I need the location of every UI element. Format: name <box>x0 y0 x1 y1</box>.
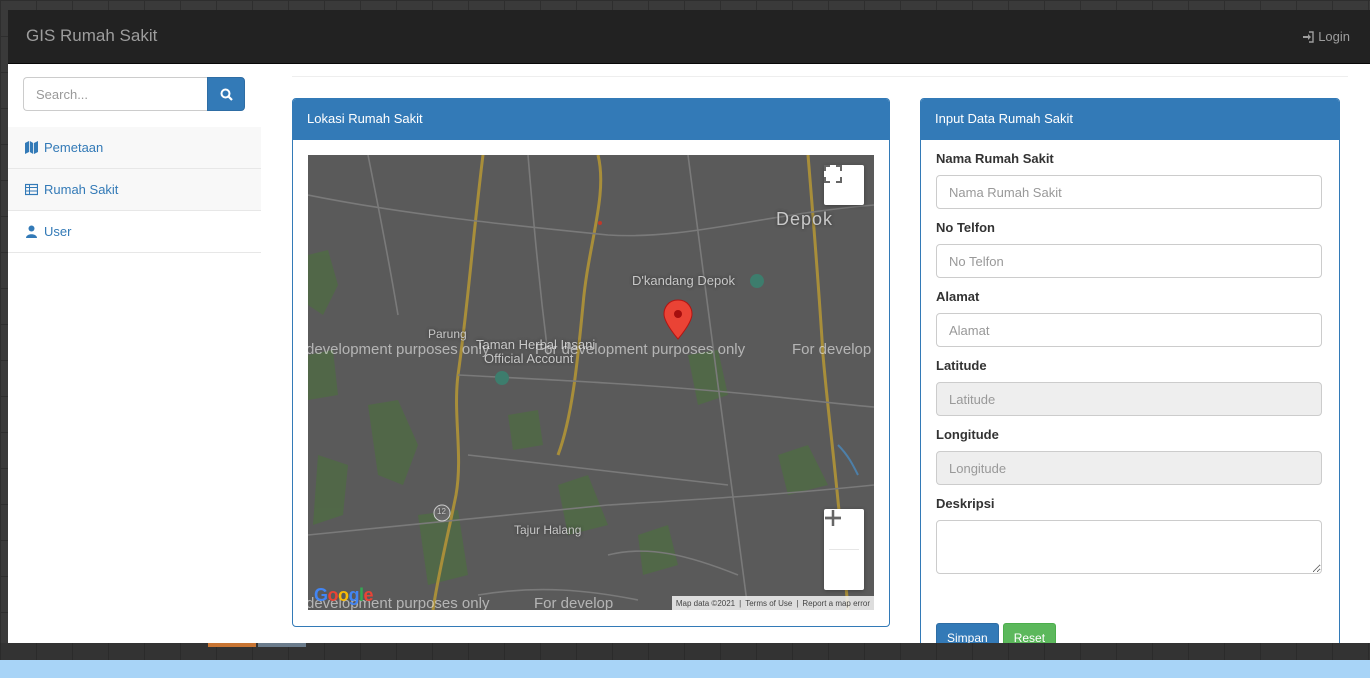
field-label: Latitude <box>936 358 987 373</box>
field-nama: Nama Rumah Sakit <box>936 151 1324 209</box>
simpan-button[interactable]: Simpan <box>936 623 999 643</box>
desktop-taskbar <box>0 643 1370 660</box>
login-link[interactable]: Login <box>1302 29 1350 44</box>
dev-notice-left: development purposes only <box>308 341 490 358</box>
route-badge-label: 12 <box>437 507 446 516</box>
zoom-out-button[interactable] <box>824 516 864 590</box>
login-label: Login <box>1318 29 1350 44</box>
search-button[interactable] <box>207 77 245 111</box>
map-data-text: Map data ©2021 <box>675 598 736 608</box>
longitude-input[interactable] <box>936 451 1322 485</box>
reset-button[interactable]: Reset <box>1002 623 1057 643</box>
sign-in-icon <box>1303 30 1314 43</box>
map-label-dkandang: D'kandang Depok <box>632 273 735 288</box>
field-label: No Telfon <box>936 220 995 235</box>
map-panel: Lokasi Rumah Sakit Depok D'kandang Depok… <box>292 98 890 627</box>
google-logo[interactable]: Google <box>314 585 374 606</box>
top-navbar: GIS Rumah Sakit Login <box>8 10 1370 64</box>
sidebar-item-pemetaan[interactable]: Pemetaan <box>8 127 261 169</box>
deskripsi-textarea[interactable] <box>936 520 1322 574</box>
brand-title[interactable]: GIS Rumah Sakit <box>26 26 157 46</box>
taskbar-accent <box>258 643 306 647</box>
field-deskripsi: Deskripsi <box>936 496 1324 574</box>
browser-window: GIS Rumah Sakit Login Search... Pemetaan… <box>8 10 1370 643</box>
report-error-link[interactable]: Report a map error <box>802 599 870 608</box>
search-input[interactable] <box>23 77 207 111</box>
field-label: Alamat <box>936 289 980 304</box>
main-content: Lokasi Rumah Sakit Depok D'kandang Depok… <box>292 64 1348 643</box>
minus-icon <box>825 516 841 520</box>
attrib-separator: | <box>796 598 799 608</box>
sidebar: Pemetaan Rumah Sakit User <box>8 64 261 643</box>
user-icon <box>26 225 37 238</box>
page-header-divider <box>292 76 1348 77</box>
map-icon <box>25 141 38 154</box>
form-panel: Input Data Rumah Sakit Nama Rumah Sakit … <box>920 98 1340 643</box>
field-label: Deskripsi <box>936 496 995 511</box>
zoom-controls <box>824 509 864 590</box>
field-alamat: Alamat <box>936 289 1324 347</box>
search-icon <box>220 88 233 101</box>
field-longitude: Longitude <box>936 427 1324 485</box>
dev-notice-center: For development purposes only <box>535 341 746 358</box>
field-label: Nama Rumah Sakit <box>936 151 1054 166</box>
form-panel-title: Input Data Rumah Sakit <box>921 99 1339 140</box>
sidebar-item-label: User <box>44 224 72 239</box>
fullscreen-button[interactable] <box>824 165 864 205</box>
map-label-depok: Depok <box>776 209 834 229</box>
latitude-input[interactable] <box>936 382 1322 416</box>
terms-link[interactable]: Terms of Use <box>745 599 792 608</box>
table-icon <box>25 183 38 196</box>
taskbar-accent <box>208 643 256 647</box>
alamat-input[interactable] <box>936 313 1322 347</box>
field-telfon: No Telfon <box>936 220 1324 278</box>
dev-notice-bottom-right: For develop <box>534 595 614 610</box>
fullscreen-icon <box>824 165 842 183</box>
attrib-separator: | <box>739 598 742 608</box>
map-attribution: Map data ©2021 | Terms of Use | Report a… <box>671 596 874 610</box>
sidebar-item-label: Rumah Sakit <box>44 182 119 197</box>
sidebar-item-label: Pemetaan <box>44 140 104 155</box>
map-panel-title: Lokasi Rumah Sakit <box>293 99 889 140</box>
field-label: Longitude <box>936 427 999 442</box>
no-telfon-input[interactable] <box>936 244 1322 278</box>
bottom-strip <box>0 660 1370 678</box>
field-latitude: Latitude <box>936 358 1324 416</box>
google-map[interactable]: Depok D'kandang Depok Parung Taman Herba… <box>308 155 874 610</box>
map-label-tajur: Tajur Halang <box>514 523 582 537</box>
sidebar-item-rumah-sakit[interactable]: Rumah Sakit <box>8 169 261 211</box>
nama-rumah-sakit-input[interactable] <box>936 175 1322 209</box>
dev-notice-right: For develop <box>792 341 872 358</box>
form-actions: Simpan Reset <box>936 623 1057 643</box>
map-label-parung: Parung <box>428 327 467 341</box>
sidebar-nav: Pemetaan Rumah Sakit User <box>8 127 261 253</box>
sidebar-item-user[interactable]: User <box>8 211 261 253</box>
hospital-form: Nama Rumah Sakit No Telfon Alamat Latitu… <box>921 151 1339 574</box>
sidebar-search <box>23 77 245 111</box>
